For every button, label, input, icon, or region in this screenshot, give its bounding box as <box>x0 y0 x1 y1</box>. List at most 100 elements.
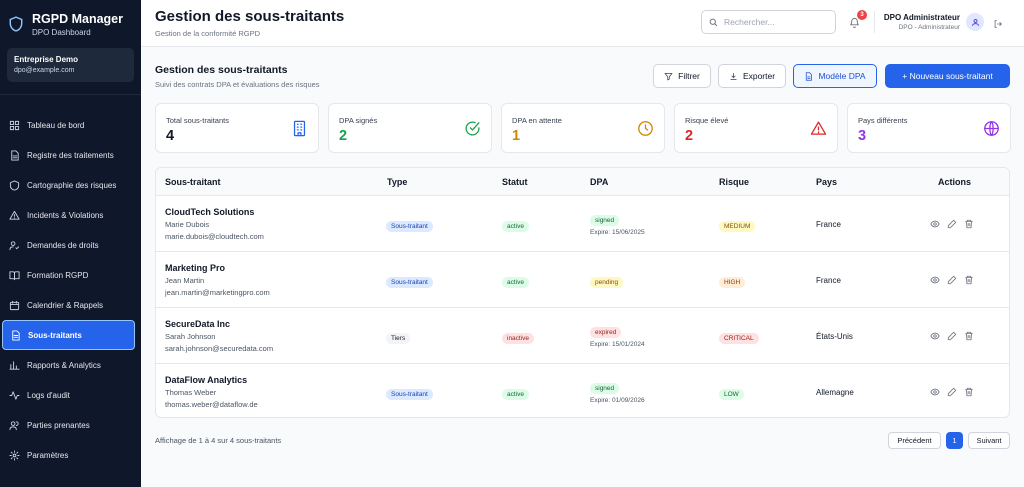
search-input[interactable] <box>724 17 824 27</box>
column-header[interactable]: Sous-traitant <box>165 177 221 187</box>
sidebar-item-parties-prenantes[interactable]: Parties prenantes <box>0 410 135 440</box>
sidebar-item-label: Logs d'audit <box>27 390 70 400</box>
column-header[interactable]: Type <box>387 177 407 187</box>
sidebar: RGPD Manager DPO Dashboard Entreprise De… <box>0 0 141 487</box>
logout-button[interactable] <box>993 16 1003 34</box>
pencil-icon[interactable] <box>947 331 957 341</box>
search-box[interactable] <box>701 10 836 34</box>
dpa-badge: signed <box>590 383 620 394</box>
section-subtitle: Suivi des contrats DPA et évaluations de… <box>155 80 320 89</box>
stat-value: 4 <box>166 128 175 144</box>
stat-label: Total sous-traitants <box>166 116 229 125</box>
section-title: Gestion des sous-traitants <box>155 64 288 76</box>
export-button[interactable]: Exporter <box>718 64 786 88</box>
subprocessor-name: Marketing Pro <box>165 263 226 273</box>
pencil-icon[interactable] <box>947 275 957 285</box>
dpa-template-button-label: Modèle DPA <box>818 71 866 81</box>
country: États-Unis <box>816 332 853 341</box>
sidebar-item-label: Cartographie des risques <box>27 180 117 190</box>
sidebar-item-incidents-violations[interactable]: Incidents & Violations <box>0 200 135 230</box>
country: France <box>816 276 841 285</box>
sidebar-item-sous-traitants[interactable]: Sous-traitants <box>2 320 135 350</box>
document-icon <box>11 149 19 161</box>
filter-button[interactable]: Filtrer <box>653 64 711 88</box>
app-subtitle: DPO Dashboard <box>32 28 91 37</box>
sidebar-item-paramètres[interactable]: Paramètres <box>0 440 135 470</box>
user-check-icon <box>9 240 20 250</box>
stat-card: Pays différents 3 <box>847 103 1011 153</box>
dpa-template-button[interactable]: Modèle DPA <box>793 64 877 88</box>
trash-icon[interactable] <box>964 219 974 229</box>
stat-icon-wrap <box>464 120 481 137</box>
shield-icon <box>9 179 20 191</box>
column-header[interactable]: Actions <box>938 177 971 187</box>
organization-card[interactable]: Entreprise Demo dpo@example.com <box>7 48 134 82</box>
contact-email: jean.martin@marketingpro.com <box>165 288 270 297</box>
stat-label: Pays différents <box>858 116 908 125</box>
previous-page-button[interactable]: Précédent <box>888 432 941 449</box>
type-badge: Tiers <box>386 333 411 344</box>
sidebar-item-label: Formation RGPD <box>27 270 89 280</box>
table-row[interactable]: Marketing Pro Jean Martin jean.martin@mark… <box>156 252 1009 308</box>
globe-icon <box>984 121 999 136</box>
check-circle-icon <box>465 121 480 136</box>
trash-icon[interactable] <box>964 387 974 397</box>
dpa-badge: signed <box>590 215 620 226</box>
eye-icon[interactable] <box>930 219 940 229</box>
activity-icon <box>9 390 20 400</box>
eye-icon[interactable] <box>930 275 940 285</box>
new-subprocessor-button-label: + Nouveau sous-traitant <box>902 71 993 81</box>
export-button-label: Exporter <box>742 71 776 81</box>
pencil-icon[interactable] <box>947 219 957 229</box>
download-icon <box>730 72 737 80</box>
table-row[interactable]: DataFlow Analytics Thomas Weber thomas.web… <box>156 364 1009 417</box>
building-icon <box>293 120 306 137</box>
contact-email: thomas.weber@dataflow.de <box>165 400 258 409</box>
contact-name: Marie Dubois <box>165 220 210 229</box>
sidebar-divider <box>0 94 141 95</box>
stat-value: 1 <box>512 128 521 144</box>
contact-name: Thomas Weber <box>165 388 217 397</box>
sidebar-item-tableau-de-bord[interactable]: Tableau de bord <box>0 110 135 140</box>
trash-icon[interactable] <box>964 275 974 285</box>
contact-name: Jean Martin <box>165 276 205 285</box>
table-row[interactable]: CloudTech Solutions Marie Dubois marie.dub… <box>156 196 1009 252</box>
sidebar-item-cartographie-des-risques[interactable]: Cartographie des risques <box>0 170 135 200</box>
dpa-badge: expired <box>590 327 622 338</box>
user-icon <box>971 18 979 26</box>
sidebar-item-logs-d-audit[interactable]: Logs d'audit <box>0 380 135 410</box>
column-header[interactable]: Risque <box>719 177 749 187</box>
column-header[interactable]: Statut <box>502 177 528 187</box>
sidebar-item-registre-des-traitements[interactable]: Registre des traitements <box>0 140 135 170</box>
eye-icon[interactable] <box>930 331 940 341</box>
table-row[interactable]: SecureData Inc Sarah Johnson sarah.johnson… <box>156 308 1009 364</box>
pencil-icon[interactable] <box>947 387 957 397</box>
new-subprocessor-button[interactable]: + Nouveau sous-traitant <box>885 64 1010 88</box>
stat-icon-wrap <box>983 120 1000 137</box>
org-name: Entreprise Demo <box>14 55 79 64</box>
subprocessors-table: Sous-traitant Type Statut DPA Risque Pays Acti… <box>155 167 1010 418</box>
stat-card: DPA signés 2 <box>328 103 492 153</box>
sidebar-item-rapports-analytics[interactable]: Rapports & Analytics <box>0 350 135 380</box>
sidebar-nav: Tableau de bord Registre des traitements C… <box>0 110 141 470</box>
table-header: Sous-traitant Type Statut DPA Risque Pays Acti… <box>156 168 1009 196</box>
top-header: Gestion des sous-traitants Gestion de la… <box>141 0 1024 47</box>
next-page-button[interactable]: Suivant <box>968 432 1010 449</box>
column-header[interactable]: Pays <box>816 177 837 187</box>
avatar[interactable] <box>966 13 984 31</box>
trash-icon[interactable] <box>964 331 974 341</box>
eye-icon[interactable] <box>930 387 940 397</box>
page-1-button[interactable]: 1 <box>946 432 963 449</box>
sidebar-item-label: Calendrier & Rappels <box>27 300 104 310</box>
row-actions <box>930 331 974 341</box>
contact-email: marie.dubois@cloudtech.com <box>165 232 264 241</box>
row-actions <box>930 219 974 229</box>
sidebar-item-calendrier-rappels[interactable]: Calendrier & Rappels <box>0 290 135 320</box>
sidebar-item-formation-rgpd[interactable]: Formation RGPD <box>0 260 135 290</box>
user-role: DPO - Administrateur <box>898 24 960 31</box>
row-actions <box>930 387 974 397</box>
sidebar-item-demandes-de-droits[interactable]: Demandes de droits <box>0 230 135 260</box>
column-header[interactable]: DPA <box>590 177 608 187</box>
sidebar-item-label: Paramètres <box>27 450 69 460</box>
dpa-expiry: Expire: 15/01/2024 <box>590 341 645 348</box>
